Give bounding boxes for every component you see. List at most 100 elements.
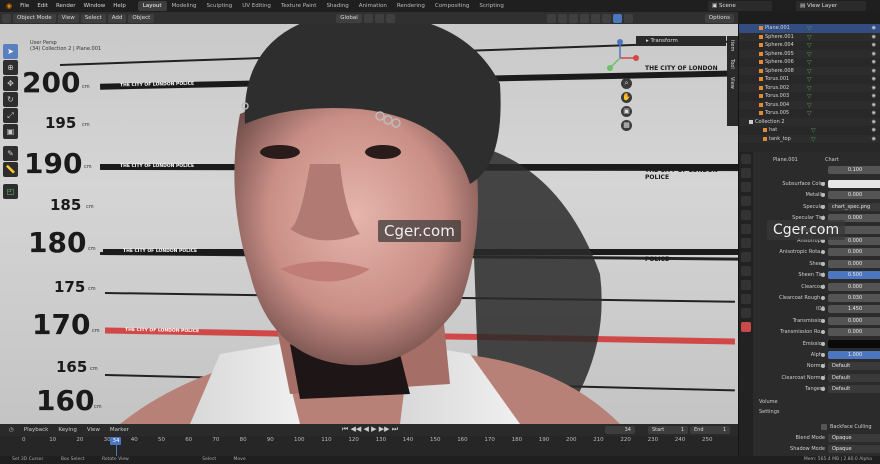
socket-dot-icon[interactable] bbox=[821, 375, 825, 380]
timeline-editor-icon[interactable]: ◷ bbox=[4, 427, 19, 433]
socket-dot-icon[interactable] bbox=[821, 182, 825, 186]
outliner-item[interactable]: Sphere.004 ▽ ◉ bbox=[739, 41, 880, 50]
property-field[interactable]: Default bbox=[828, 362, 880, 371]
shading-material-icon[interactable] bbox=[612, 13, 622, 23]
outliner-item[interactable]: Collection 2 ◉ bbox=[739, 117, 880, 127]
add-cube-tool[interactable]: ◰ bbox=[3, 184, 18, 199]
3d-viewport[interactable]: THE CITY OF LONDON POLICE THE CITY OF LO… bbox=[0, 24, 738, 424]
outliner-item[interactable]: Torus.002 ▽ ◉ bbox=[739, 83, 880, 93]
shading-rendered-icon[interactable] bbox=[623, 13, 633, 23]
property-field[interactable]: 0.000 bbox=[828, 248, 880, 257]
property-field[interactable]: 0.000 bbox=[828, 282, 880, 291]
current-frame-marker[interactable]: 34 bbox=[110, 437, 122, 445]
visibility-eye-icon[interactable]: ◉ bbox=[872, 84, 876, 93]
orientation-dropdown[interactable]: Global bbox=[336, 13, 362, 23]
settings-section[interactable]: Settings bbox=[753, 409, 880, 418]
menu-timeline-view[interactable]: View bbox=[82, 427, 105, 433]
navigation-gizmo[interactable] bbox=[600, 38, 640, 78]
volume-section[interactable]: Volume bbox=[753, 399, 880, 408]
outliner-item[interactable]: hat ▽ ◉ bbox=[739, 126, 880, 135]
snap-icon[interactable] bbox=[374, 13, 384, 23]
outliner-item[interactable]: Torus.003 ▽ ◉ bbox=[739, 92, 880, 101]
shadow-mode-dropdown[interactable]: Opaque bbox=[828, 445, 880, 453]
zoom-icon[interactable]: ⌕ bbox=[621, 78, 632, 89]
world-tab-icon[interactable] bbox=[741, 224, 751, 234]
sidebar-tab-item[interactable]: Item bbox=[727, 36, 737, 55]
object-mode-dropdown[interactable]: Object Mode bbox=[13, 13, 56, 23]
select-box-tool[interactable]: ➤ bbox=[3, 44, 18, 59]
tab-animation[interactable]: Animation bbox=[354, 1, 392, 11]
transform-tool[interactable]: ▣ bbox=[3, 124, 18, 139]
pan-hand-icon[interactable]: ✋ bbox=[621, 92, 632, 103]
outliner-item[interactable]: Sphere.005 ▽ ◉ bbox=[739, 49, 880, 58]
socket-dot-icon[interactable] bbox=[821, 353, 825, 357]
view-layer-tab-icon[interactable] bbox=[741, 196, 751, 206]
sidebar-tab-view[interactable]: View bbox=[727, 73, 737, 93]
visibility-eye-icon[interactable]: ◉ bbox=[872, 109, 876, 118]
sidebar-tab-tool[interactable]: Tool bbox=[727, 55, 737, 73]
current-frame-field[interactable]: 34 bbox=[605, 426, 635, 434]
scene-tab-icon[interactable] bbox=[741, 210, 751, 220]
end-frame-field[interactable]: End 1 bbox=[690, 426, 730, 434]
tab-layout[interactable]: Layout bbox=[137, 1, 167, 11]
camera-icon[interactable]: ▣ bbox=[621, 106, 632, 117]
backface-checkbox[interactable] bbox=[821, 424, 827, 430]
visibility-eye-icon[interactable]: ◉ bbox=[872, 101, 876, 110]
visibility-eye-icon[interactable]: ◉ bbox=[872, 75, 876, 84]
visibility-icon[interactable] bbox=[546, 13, 556, 23]
select-menu[interactable]: Select bbox=[80, 13, 106, 23]
property-field[interactable]: Default bbox=[828, 373, 880, 382]
data-tab-icon[interactable] bbox=[741, 308, 751, 318]
playback-controls[interactable]: ⏮ ◀◀ ◀ ▶ ▶▶ ⏭ bbox=[342, 425, 398, 434]
object-menu[interactable]: Object bbox=[128, 13, 155, 23]
add-menu[interactable]: Add bbox=[107, 13, 127, 23]
socket-dot-icon[interactable] bbox=[821, 341, 825, 346]
visibility-eye-icon[interactable]: ◉ bbox=[872, 135, 876, 144]
tab-scripting[interactable]: Scripting bbox=[474, 1, 508, 11]
cursor-tool[interactable]: ⊕ bbox=[3, 60, 18, 75]
menu-help[interactable]: Help bbox=[109, 0, 130, 12]
visibility-eye-icon[interactable]: ◉ bbox=[872, 67, 876, 76]
blend-mode-dropdown[interactable]: Opaque bbox=[828, 434, 880, 442]
menu-marker[interactable]: Marker bbox=[105, 427, 134, 433]
move-tool[interactable]: ✥ bbox=[3, 76, 18, 91]
menu-file[interactable]: File bbox=[16, 0, 33, 12]
menu-keying[interactable]: Keying bbox=[53, 427, 81, 433]
shading-wireframe-icon[interactable] bbox=[590, 13, 600, 23]
tab-uv-editing[interactable]: UV Editing bbox=[237, 1, 276, 11]
visibility-eye-icon[interactable]: ◉ bbox=[872, 41, 876, 50]
physics-tab-icon[interactable] bbox=[741, 280, 751, 290]
tab-shading[interactable]: Shading bbox=[321, 1, 353, 11]
playhead-line[interactable] bbox=[116, 445, 118, 456]
xray-icon[interactable] bbox=[579, 13, 589, 23]
property-field[interactable]: 0.500 bbox=[828, 271, 880, 280]
rotate-tool[interactable]: ↻ bbox=[3, 92, 18, 107]
particles-tab-icon[interactable] bbox=[741, 266, 751, 276]
outliner-item[interactable]: Plane.001 ▽ ◉ bbox=[739, 24, 880, 33]
tab-rendering[interactable]: Rendering bbox=[392, 1, 430, 11]
proportional-edit-icon[interactable] bbox=[385, 13, 395, 23]
tool-tab-icon[interactable] bbox=[741, 154, 751, 164]
outliner-item[interactable]: Torus.001 ▽ ◉ bbox=[739, 75, 880, 84]
property-field[interactable]: 0.000 bbox=[828, 316, 880, 325]
property-field[interactable]: Default bbox=[828, 385, 880, 394]
outliner-item[interactable]: Sphere.006 ▽ ◉ bbox=[739, 58, 880, 67]
editor-type-icon[interactable] bbox=[2, 13, 11, 23]
menu-window[interactable]: Window bbox=[80, 0, 110, 12]
outliner-item[interactable]: Torus.005 ▽ ◉ bbox=[739, 109, 880, 118]
ortho-grid-icon[interactable]: ▦ bbox=[621, 120, 632, 131]
visibility-eye-icon[interactable]: ◉ bbox=[872, 126, 876, 135]
property-field[interactable] bbox=[828, 339, 880, 348]
material-tab-icon[interactable] bbox=[741, 322, 751, 332]
socket-dot-icon[interactable] bbox=[821, 204, 825, 209]
visibility-eye-icon[interactable]: ◉ bbox=[872, 118, 876, 127]
property-field[interactable]: 1.450 bbox=[828, 305, 880, 314]
gizmo-icon[interactable] bbox=[557, 13, 567, 23]
measure-tool[interactable]: 📏 bbox=[3, 162, 18, 177]
view-menu[interactable]: View bbox=[57, 13, 79, 23]
outliner-item[interactable]: Sphere.008 ▽ ◉ bbox=[739, 66, 880, 76]
pivot-icon[interactable] bbox=[363, 13, 373, 23]
property-field[interactable]: 0.000 bbox=[828, 191, 880, 200]
property-field[interactable] bbox=[828, 180, 880, 188]
tab-modeling[interactable]: Modeling bbox=[167, 1, 202, 11]
